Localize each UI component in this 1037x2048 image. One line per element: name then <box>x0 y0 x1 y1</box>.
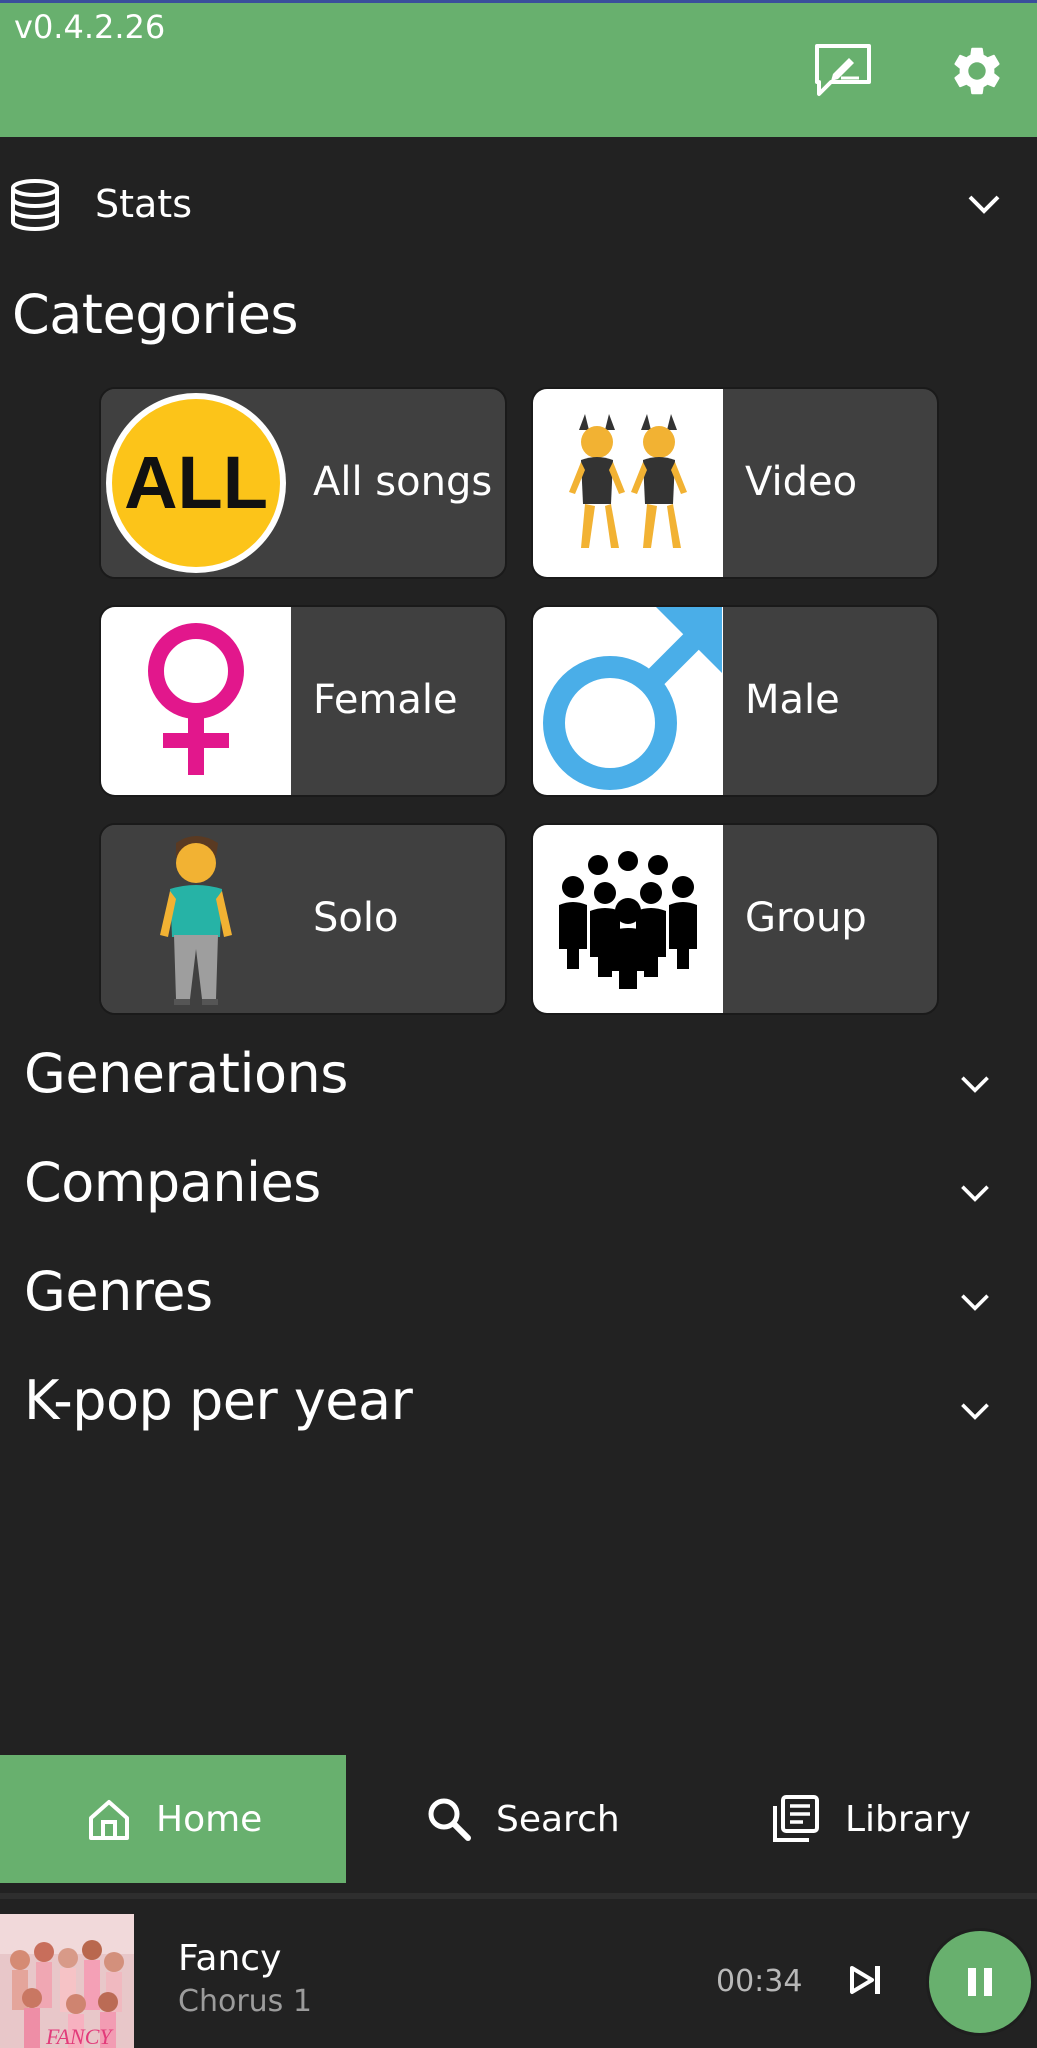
feedback-button[interactable] <box>810 38 876 104</box>
feedback-icon <box>815 44 871 96</box>
version-label: v0.4.2.26 <box>14 8 166 46</box>
library-icon <box>773 1795 819 1842</box>
category-card-all-songs[interactable]: ALL All songs <box>99 387 507 579</box>
section-title: Companies <box>24 1151 321 1214</box>
skip-next-button[interactable] <box>846 1960 886 2004</box>
category-label: Video <box>745 459 858 505</box>
status-line <box>0 0 1037 3</box>
gear-icon <box>954 47 1000 95</box>
person-icon <box>101 825 291 1013</box>
skip-next-icon <box>850 1966 880 1994</box>
nav-search-label: Search <box>496 1798 620 1840</box>
chevron-down-icon <box>961 1403 989 1420</box>
nav-home-label: Home <box>156 1798 263 1840</box>
section-kpop-per-year[interactable]: K-pop per year <box>0 1369 1037 1459</box>
nav-library[interactable]: Library <box>691 1755 1037 1883</box>
nav-library-label: Library <box>845 1798 971 1840</box>
category-label: Solo <box>313 895 399 941</box>
stats-label: Stats <box>95 182 193 226</box>
nav-home[interactable]: Home <box>0 1755 346 1883</box>
categories-heading: Categories <box>12 283 299 346</box>
section-genres[interactable]: Genres <box>0 1260 1037 1350</box>
bottom-nav: Home Search Library <box>0 1755 1037 1883</box>
search-icon <box>428 1798 471 1841</box>
section-companies[interactable]: Companies <box>0 1151 1037 1241</box>
player-divider <box>0 1893 1037 1899</box>
section-title: K-pop per year <box>24 1369 413 1432</box>
pause-icon <box>968 1968 992 1996</box>
playback-time: 00:34 <box>716 1964 803 1999</box>
track-subtitle: Chorus 1 <box>178 1984 312 2019</box>
dancers-icon <box>533 389 723 577</box>
now-playing-bar[interactable]: FANCY Fancy Chorus 1 00:34 <box>0 1900 1037 2048</box>
male-sign-icon <box>533 607 723 795</box>
section-title: Generations <box>24 1042 348 1105</box>
section-title: Genres <box>24 1260 213 1323</box>
pause-button[interactable] <box>926 1928 1034 2036</box>
category-label: Group <box>745 895 867 941</box>
chevron-down-icon <box>968 195 1000 214</box>
nav-search[interactable]: Search <box>346 1755 691 1883</box>
female-sign-icon <box>101 607 291 795</box>
all-badge-text: ALL <box>124 441 268 524</box>
track-title: Fancy <box>178 1938 282 1979</box>
all-badge-icon: ALL <box>101 389 291 577</box>
category-label: Female <box>313 677 458 723</box>
category-label: All songs <box>313 459 493 505</box>
chevron-down-icon <box>961 1185 989 1202</box>
category-label: Male <box>745 677 840 723</box>
group-icon <box>533 825 723 1013</box>
stats-toggle[interactable]: Stats <box>0 168 1037 240</box>
chevron-down-icon <box>961 1294 989 1311</box>
section-generations[interactable]: Generations <box>0 1042 1037 1132</box>
category-card-group[interactable]: Group <box>531 823 939 1015</box>
home-icon <box>89 1800 129 1840</box>
cover-text: FANCY <box>45 2024 114 2048</box>
album-cover[interactable]: FANCY <box>0 1914 134 2048</box>
category-card-female[interactable]: Female <box>99 605 507 797</box>
settings-button[interactable] <box>944 38 1010 104</box>
database-icon <box>11 179 59 231</box>
category-card-male[interactable]: Male <box>531 605 939 797</box>
category-card-video[interactable]: Video <box>531 387 939 579</box>
app-screen: v0.4.2.26 Stats Categories ALL All songs… <box>0 0 1037 2048</box>
category-card-solo[interactable]: Solo <box>99 823 507 1015</box>
chevron-down-icon <box>961 1076 989 1093</box>
app-header: v0.4.2.26 <box>0 0 1037 137</box>
